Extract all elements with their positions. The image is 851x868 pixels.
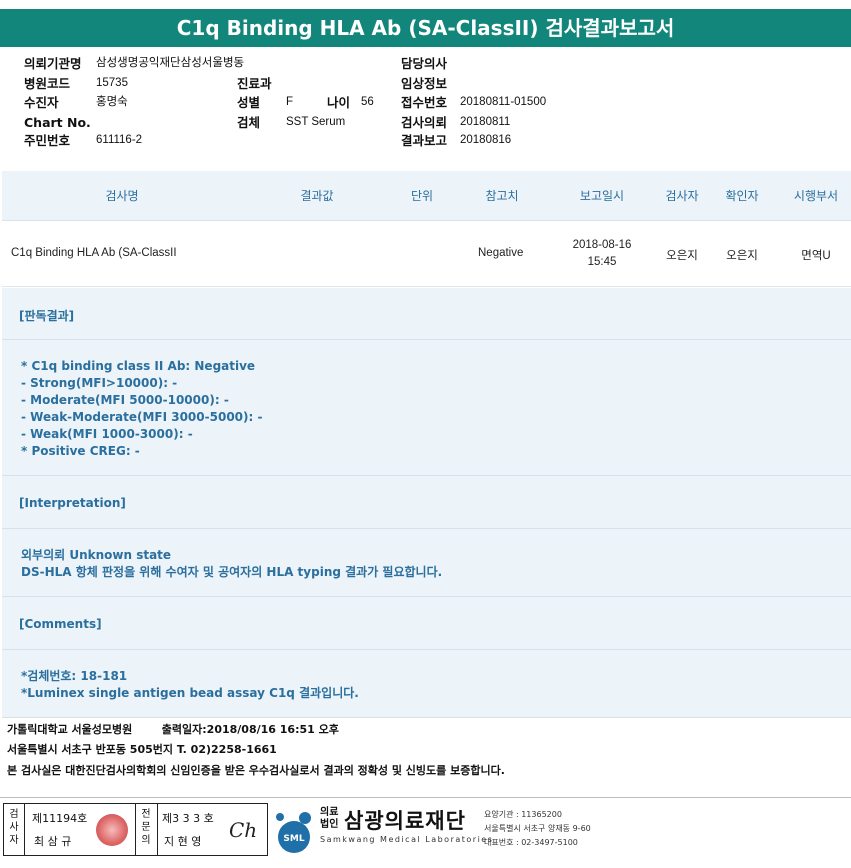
footer-certification: 본 검사실은 대한진단검사의학회의 신임인증을 받은 우수검사실로서 결과의 정…	[7, 764, 505, 777]
interpretation-heading: [Interpretation]	[19, 496, 126, 510]
judgement-line: - Strong(MFI>10000): -	[21, 376, 178, 390]
official-seal	[96, 814, 128, 846]
header-test-name: 검사명	[105, 189, 139, 203]
hospital-code-label: 병원코드	[24, 76, 71, 91]
logo-code: 요양기관 : 11365200	[484, 810, 562, 819]
footer-print-date: 출력일자:2018/08/16 16:51 오후	[161, 723, 339, 736]
header-result: 결과값	[300, 189, 334, 203]
cell-tester: 오은지	[666, 250, 698, 262]
comments-line: *검체번호: 18-181	[21, 669, 128, 683]
specialist-license: 제3 3 3 호	[162, 812, 214, 825]
cell-department: 면역U	[801, 250, 831, 262]
judgement-line: - Moderate(MFI 5000-10000): -	[21, 393, 229, 407]
specialist-name: 지 현 영	[164, 835, 202, 848]
judgement-line: - Weak-Moderate(MFI 3000-5000): -	[21, 410, 263, 424]
interpretation-line: 외부의뢰 Unknown state	[21, 548, 172, 562]
patient-value: 홍명숙	[96, 96, 128, 108]
signature-box: 검사자 전문의 제11194호 최 삼 규 제3 3 3 호 지 현 영 Ch	[3, 803, 268, 856]
requester-label: 의뢰기관명	[24, 56, 82, 71]
header-tester: 검사자	[665, 189, 699, 203]
tester-role-label: 검사자	[9, 809, 19, 846]
comments-line: *Luminex single antigen bead assay C1q 결…	[21, 686, 359, 700]
comments-body: *검체번호: 18-181 *Luminex single antigen be…	[21, 668, 359, 702]
judgement-line: - Weak(MFI 1000-3000): -	[21, 427, 193, 441]
clinical-label: 임상정보	[401, 76, 448, 91]
cell-confirmer: 오은지	[726, 250, 758, 262]
logo-phone: 대표번호 : 02-3497-5100	[484, 838, 578, 847]
doctor-label: 담당의사	[401, 56, 448, 71]
requester-value: 삼성생명공익재단삼성서울병동	[96, 57, 245, 69]
hospital-code-value: 15735	[96, 77, 128, 89]
sml-logo-icon: SML	[276, 812, 311, 853]
header-report-date: 보고일시	[579, 189, 625, 203]
request-value: 20180811	[460, 116, 511, 128]
header-department: 시행부서	[793, 189, 839, 203]
logo-name: 삼광의료재단	[344, 809, 466, 833]
table-row: C1q Binding HLA Ab (SA-ClassII Negative …	[2, 221, 851, 287]
report-title: C1q Binding HLA Ab (SA-ClassII) 검사결과보고서	[0, 9, 851, 47]
interpretation-line: DS-HLA 항체 판정을 위해 수여자 및 공여자의 HLA typing 결…	[21, 565, 443, 579]
sex-value: F	[286, 96, 294, 108]
specialist-role-label: 전문의	[141, 809, 151, 846]
cell-report-time: 15:45	[587, 256, 617, 268]
judgement-line: * Positive CREG: -	[21, 444, 140, 458]
report-value: 20180816	[460, 134, 512, 146]
judgement-body: * C1q binding class II Ab: Negative - St…	[21, 358, 262, 460]
cell-report-date: 2018-08-16	[572, 239, 632, 251]
header-confirmer: 확인자	[725, 189, 759, 203]
signature-mark: Ch	[229, 818, 258, 842]
sex-label: 성별	[237, 95, 261, 110]
resident-label: 주민번호	[24, 133, 71, 148]
judgement-heading: [판독결과]	[19, 309, 75, 323]
judgement-section: [판독결과] * C1q binding class II Ab: Negati…	[2, 288, 851, 476]
footer-org: 가톨릭대학교 서울성모병원	[7, 723, 133, 736]
patient-label: 수진자	[24, 95, 59, 110]
interpretation-body: 외부의뢰 Unknown state DS-HLA 항체 판정을 위해 수여자 …	[21, 547, 442, 581]
result-table: 검사명 결과값 단위 참고치 보고일시 검사자 확인자 시행부서 C1q Bin…	[2, 171, 851, 287]
footer-address: 서울특별시 서초구 반포동 505번지 T. 02)2258-1661	[7, 743, 277, 756]
comments-section: [Comments] *검체번호: 18-181 *Luminex single…	[2, 597, 851, 718]
logo-mark-text: SML	[283, 834, 304, 844]
receipt-value: 20180811-01500	[460, 96, 547, 108]
tester-name: 최 삼 규	[34, 835, 72, 848]
lab-logo: SML 의료 법인 삼광의료재단 Samkwang Medical Labora…	[272, 803, 850, 857]
specimen-label: 검체	[237, 115, 261, 130]
header-reference: 참고치	[485, 189, 519, 203]
resident-value: 611116-2	[96, 134, 143, 146]
report-label: 결과보고	[401, 133, 448, 148]
header-unit: 단위	[410, 189, 434, 203]
logo-english-name: Samkwang Medical Laboratories	[320, 835, 494, 844]
cell-test-name: C1q Binding HLA Ab (SA-ClassII	[11, 247, 177, 259]
request-label: 검사의뢰	[401, 115, 448, 130]
logo-address: 서울특별시 서초구 양재동 9-60	[484, 824, 591, 833]
interpretation-section: [Interpretation] 외부의뢰 Unknown state DS-H…	[2, 476, 851, 597]
footer-org-line: 가톨릭대학교 서울성모병원 출력일자:2018/08/16 16:51 오후	[7, 721, 339, 737]
patient-info: 의뢰기관명 삼성생명공익재단삼성서울병동 담당의사 병원코드 15735 진료과…	[0, 55, 851, 165]
table-header: 검사명 결과값 단위 참고치 보고일시 검사자 확인자 시행부서	[2, 171, 851, 221]
logo-corp-label: 의료 법인	[320, 807, 339, 830]
dept-label: 진료과	[237, 76, 272, 91]
cell-reference: Negative	[478, 247, 524, 259]
judgement-line: * C1q binding class II Ab: Negative	[21, 359, 256, 373]
receipt-label: 접수번호	[401, 95, 448, 110]
chart-label: Chart No.	[24, 115, 91, 130]
comments-heading: [Comments]	[19, 617, 102, 631]
age-value: 56	[361, 96, 374, 108]
age-label: 나이	[327, 95, 351, 110]
specimen-value: SST Serum	[286, 116, 346, 128]
tester-license: 제11194호	[32, 812, 88, 825]
